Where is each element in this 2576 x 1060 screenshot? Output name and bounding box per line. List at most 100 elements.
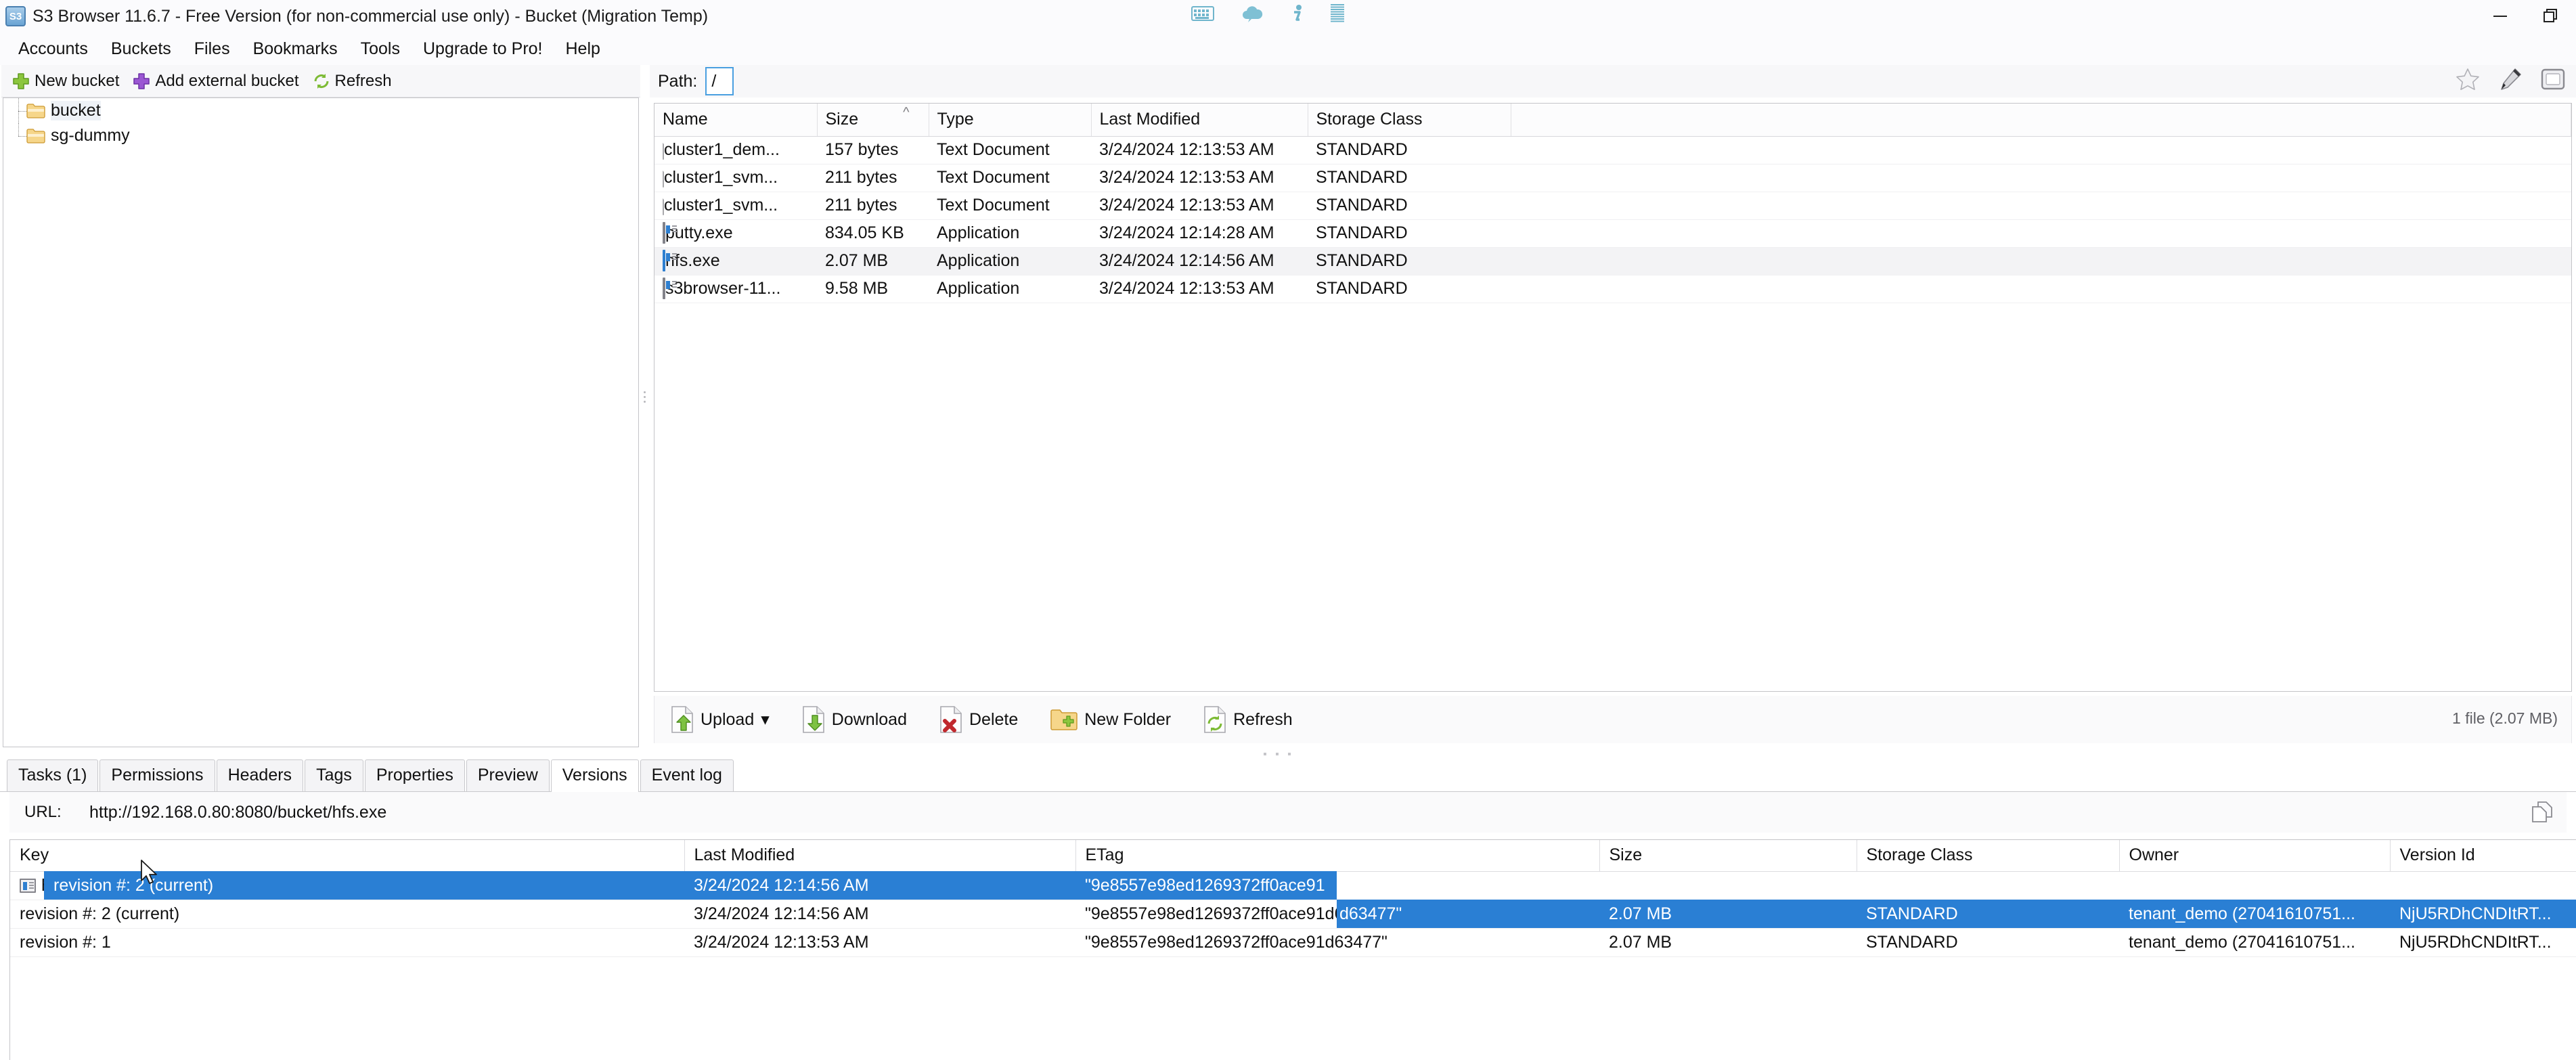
bucket-tree-item-bucket[interactable]: bucket <box>3 98 638 123</box>
upload-dropdown-caret[interactable]: ▾ <box>761 709 770 730</box>
folder-icon <box>26 104 45 118</box>
refresh-green-icon <box>314 73 329 89</box>
column-header-size[interactable]: Size ^ <box>817 104 929 137</box>
new-folder-button[interactable]: New Folder <box>1046 705 1175 734</box>
keyboard-icon[interactable] <box>1191 5 1214 22</box>
copy-icon[interactable] <box>2531 801 2554 826</box>
tab-preview[interactable]: Preview <box>466 759 550 791</box>
file-modified-cell: 3/24/2024 12:13:53 AM <box>1091 192 1308 220</box>
menu-bar: Accounts Buckets Files Bookmarks Tools U… <box>0 32 2576 65</box>
bucket-tree-item-sg-dummy[interactable]: sg-dummy <box>3 123 638 148</box>
table-row[interactable]: cluster1_svm... 211 bytes Text Document … <box>654 164 2571 192</box>
star-icon[interactable] <box>2456 68 2480 94</box>
column-header-filler <box>1511 104 2571 137</box>
delete-button[interactable]: Delete <box>935 703 1022 736</box>
version-etag-cell: "9e8557e98ed1269372ff0ace91d63477" <box>1075 928 1599 957</box>
path-input[interactable] <box>705 67 734 95</box>
window-icon[interactable] <box>2541 68 2565 93</box>
table-row[interactable]: s3browser-11... 9.58 MB Application 3/24… <box>654 275 2571 303</box>
versions-panel: Key Last Modified ETag Size Storage Clas… <box>9 839 2576 1060</box>
path-bar: Path: <box>650 65 2576 97</box>
file-count-status: 1 file (2.07 MB) <box>2452 709 2558 727</box>
minimize-button[interactable] <box>2474 0 2525 32</box>
column-header-key[interactable]: Key <box>10 840 685 872</box>
download-icon <box>802 706 824 733</box>
upload-button[interactable]: Upload ▾ <box>667 703 774 736</box>
upload-label: Upload <box>701 709 755 729</box>
table-row[interactable]: hfs.exe 2.07 MB Application 3/24/2024 12… <box>654 247 2571 275</box>
versions-group-row[interactable]: hfs.exe <box>10 871 2576 900</box>
menu-buckets[interactable]: Buckets <box>99 37 183 62</box>
menu-bookmarks[interactable]: Bookmarks <box>242 37 349 62</box>
tree-connector-tick <box>18 135 26 137</box>
column-header-owner[interactable]: Owner <box>2119 840 2391 872</box>
add-external-bucket-label: Add external bucket <box>155 71 299 90</box>
table-row[interactable]: revision #: 1 3/24/2024 12:13:53 AM "9e8… <box>10 928 2576 957</box>
column-header-type[interactable]: Type <box>929 104 1092 137</box>
version-modified-cell: 3/24/2024 12:13:53 AM <box>684 928 1075 957</box>
tab-headers[interactable]: Headers <box>216 759 304 791</box>
table-row[interactable]: cluster1_svm... 211 bytes Text Document … <box>654 192 2571 220</box>
versions-group-owner-cell <box>2119 871 2390 900</box>
column-header-version-id[interactable]: Version Id <box>2390 840 2576 872</box>
tab-properties[interactable]: Properties <box>364 759 465 791</box>
barcode-icon[interactable] <box>1331 4 1344 23</box>
refresh-files-button[interactable]: Refresh <box>1199 703 1297 736</box>
column-header-etag[interactable]: ETag <box>1075 840 1600 872</box>
add-external-bucket-button[interactable]: Add external bucket <box>127 70 304 92</box>
panel-splitter[interactable] <box>642 379 647 414</box>
column-header-name[interactable]: Name <box>654 104 818 137</box>
restore-button[interactable] <box>2525 0 2576 32</box>
new-folder-label: New Folder <box>1084 709 1172 729</box>
cloud-icon[interactable] <box>1240 4 1264 23</box>
table-row[interactable]: cluster1_dem... 157 bytes Text Document … <box>654 136 2571 164</box>
tab-versions[interactable]: Versions <box>550 759 639 792</box>
menu-upgrade-to-pro[interactable]: Upgrade to Pro! <box>412 37 554 62</box>
download-button[interactable]: Download <box>798 703 911 736</box>
path-icon-group <box>2456 68 2565 94</box>
sort-ascending-icon: ^ <box>903 105 910 120</box>
pencil-icon[interactable] <box>2499 68 2522 94</box>
versions-group-modified-cell <box>684 871 1075 900</box>
application-icon <box>663 222 665 244</box>
versions-group-size-cell <box>1599 871 1857 900</box>
file-name-cell: cluster1_svm... <box>654 164 817 192</box>
tab-tasks[interactable]: Tasks (1) <box>7 759 99 791</box>
column-header-storage-class[interactable]: Storage Class <box>1308 104 1511 137</box>
column-header-size[interactable]: Size <box>1599 840 1857 872</box>
table-row[interactable]: revision #: 2 (current) 3/24/2024 12:14:… <box>10 900 2576 929</box>
versions-group-label: hfs.exe <box>41 875 96 895</box>
horizontal-splitter[interactable] <box>1264 753 1291 755</box>
menu-help[interactable]: Help <box>554 37 612 62</box>
version-storage-cell: STANDARD <box>1857 900 2119 929</box>
versions-header-row: Key Last Modified ETag Size Storage Clas… <box>10 840 2576 872</box>
table-row[interactable]: putty.exe 834.05 KB Application 3/24/202… <box>654 219 2571 248</box>
url-value[interactable]: http://192.168.0.80:8080/bucket/hfs.exe <box>89 803 386 822</box>
file-type-cell: Text Document <box>929 136 1091 164</box>
refresh-buckets-button[interactable]: Refresh <box>307 70 397 92</box>
menu-accounts[interactable]: Accounts <box>7 37 99 62</box>
versions-table: Key Last Modified ETag Size Storage Clas… <box>10 840 2576 957</box>
versions-group-key-cell: hfs.exe <box>10 871 684 900</box>
column-header-storage-class[interactable]: Storage Class <box>1857 840 2120 872</box>
plus-green-icon <box>13 72 29 89</box>
column-header-last-modified[interactable]: Last Modified <box>684 840 1076 872</box>
new-bucket-label: New bucket <box>35 71 120 90</box>
file-type-cell: Application <box>929 219 1091 248</box>
application-icon <box>663 278 665 299</box>
menu-tools[interactable]: Tools <box>349 37 412 62</box>
file-storage-cell: STANDARD <box>1308 164 1511 192</box>
file-name-cell: putty.exe <box>654 219 817 248</box>
title-center-icon-group <box>1191 4 1344 23</box>
tab-tags[interactable]: Tags <box>305 759 363 791</box>
info-icon[interactable] <box>1290 4 1305 23</box>
menu-files[interactable]: Files <box>183 37 242 62</box>
file-size-cell: 211 bytes <box>817 192 929 220</box>
app-logo-icon: S3 <box>5 6 26 26</box>
application-icon <box>663 250 665 271</box>
new-bucket-button[interactable]: New bucket <box>7 70 125 92</box>
tab-permissions[interactable]: Permissions <box>99 759 215 791</box>
version-id-cell: OEI4RjY4NDgtRT... <box>2390 900 2576 929</box>
tab-event-log[interactable]: Event log <box>640 759 734 791</box>
column-header-last-modified[interactable]: Last Modified <box>1091 104 1308 137</box>
